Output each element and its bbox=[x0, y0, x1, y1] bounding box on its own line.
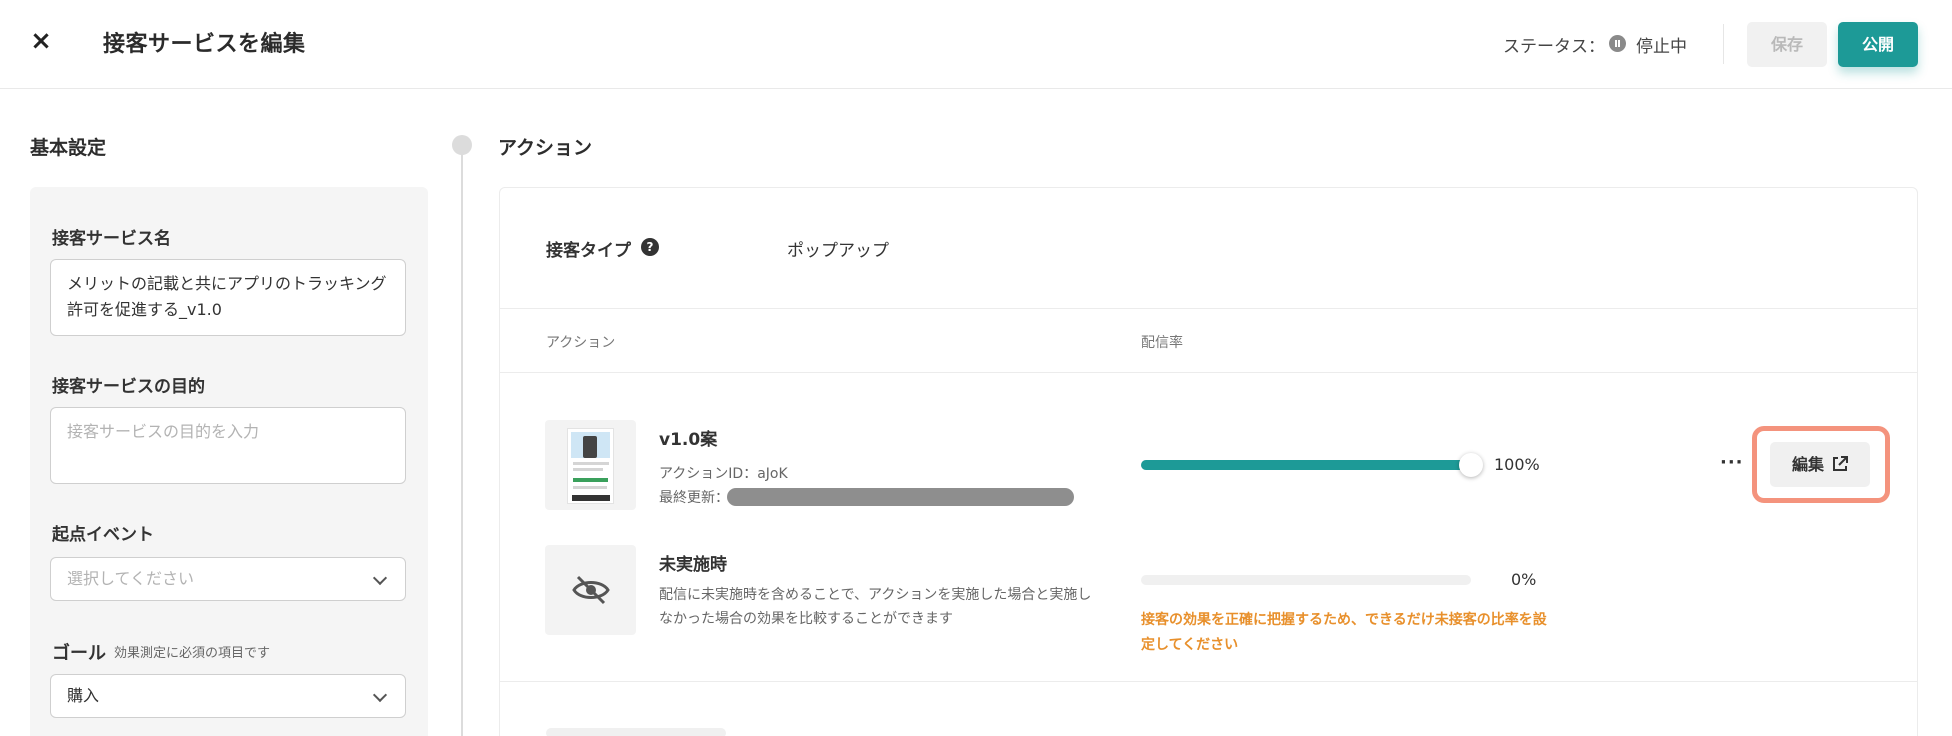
action-title: v1.0案 bbox=[659, 430, 718, 450]
column-header-action: アクション bbox=[546, 335, 616, 351]
goal-value: 購入 bbox=[67, 686, 100, 705]
rate-value: 100% bbox=[1494, 455, 1540, 474]
column-header-rate: 配信率 bbox=[1141, 335, 1183, 351]
goal-note: 効果測定に必須の項目です bbox=[114, 646, 271, 661]
start-event-label: 起点イベント bbox=[52, 525, 154, 545]
service-name-field[interactable]: メリットの記載と共にアプリのトラッキング許可を促進する_v1.0 bbox=[50, 259, 406, 336]
redacted-date bbox=[727, 488, 1074, 506]
goal-select[interactable]: 購入 bbox=[50, 674, 406, 718]
chevron-down-icon bbox=[372, 570, 388, 586]
goal-label: ゴール bbox=[52, 643, 106, 664]
more-menu-button[interactable]: ··· bbox=[1720, 452, 1744, 473]
close-icon[interactable]: × bbox=[28, 28, 54, 54]
timeline-line bbox=[461, 148, 463, 736]
basic-settings-title: 基本設定 bbox=[30, 137, 107, 159]
header-divider bbox=[1723, 24, 1724, 64]
edit-label: 編集 bbox=[1792, 455, 1825, 474]
rate-slider[interactable] bbox=[1141, 575, 1471, 585]
type-label: 接客タイプ bbox=[546, 241, 631, 261]
status-value: 停止中 bbox=[1636, 37, 1687, 57]
publish-button[interactable]: 公開 bbox=[1838, 22, 1918, 67]
start-event-placeholder: 選択してください bbox=[67, 569, 195, 588]
slider-handle[interactable] bbox=[1459, 453, 1483, 477]
header-bar: × 接客サービスを編集 ステータス： 停止中 保存 公開 bbox=[0, 0, 1952, 89]
row-divider bbox=[500, 372, 1917, 373]
no-action-description: 配信に未実施時を含めることで、アクションを実施した場合と実施しなかった場合の効果… bbox=[659, 587, 1092, 627]
action-id: アクションID：aJoK bbox=[659, 466, 788, 482]
question-circle-icon[interactable]: ? bbox=[641, 238, 659, 256]
service-name-label: 接客サービス名 bbox=[52, 229, 171, 249]
rate-warning: 接客の効果を正確に把握するため、できるだけ未接客の比率を設定してください bbox=[1141, 612, 1547, 653]
rate-value: 0% bbox=[1511, 570, 1537, 589]
row-divider bbox=[500, 308, 1917, 309]
eye-slash-icon bbox=[572, 575, 610, 605]
slider-fill bbox=[1141, 460, 1471, 470]
purpose-field[interactable]: 接客サービスの目的を入力 bbox=[50, 407, 406, 484]
popup-thumbnail bbox=[567, 428, 614, 504]
start-event-select[interactable]: 選択してください bbox=[50, 557, 406, 601]
no-action-thumbnail bbox=[545, 545, 636, 635]
status-label: ステータス： bbox=[1503, 37, 1605, 57]
external-link-icon bbox=[1833, 456, 1848, 471]
add-action-button[interactable] bbox=[546, 728, 726, 736]
edit-button[interactable]: 編集 bbox=[1770, 442, 1870, 487]
chevron-down-icon bbox=[372, 687, 388, 703]
action-thumbnail[interactable] bbox=[545, 420, 636, 510]
row-divider bbox=[500, 681, 1917, 682]
actions-title: アクション bbox=[498, 137, 593, 159]
save-button[interactable]: 保存 bbox=[1747, 22, 1827, 67]
rate-slider[interactable] bbox=[1141, 453, 1483, 477]
purpose-label: 接客サービスの目的 bbox=[52, 377, 205, 397]
page-title: 接客サービスを編集 bbox=[103, 32, 306, 57]
type-value: ポップアップ bbox=[787, 241, 889, 261]
timeline-dot bbox=[452, 135, 472, 155]
last-updated-label: 最終更新： bbox=[659, 490, 729, 506]
pause-icon bbox=[1609, 35, 1626, 52]
no-action-title: 未実施時 bbox=[659, 555, 727, 575]
